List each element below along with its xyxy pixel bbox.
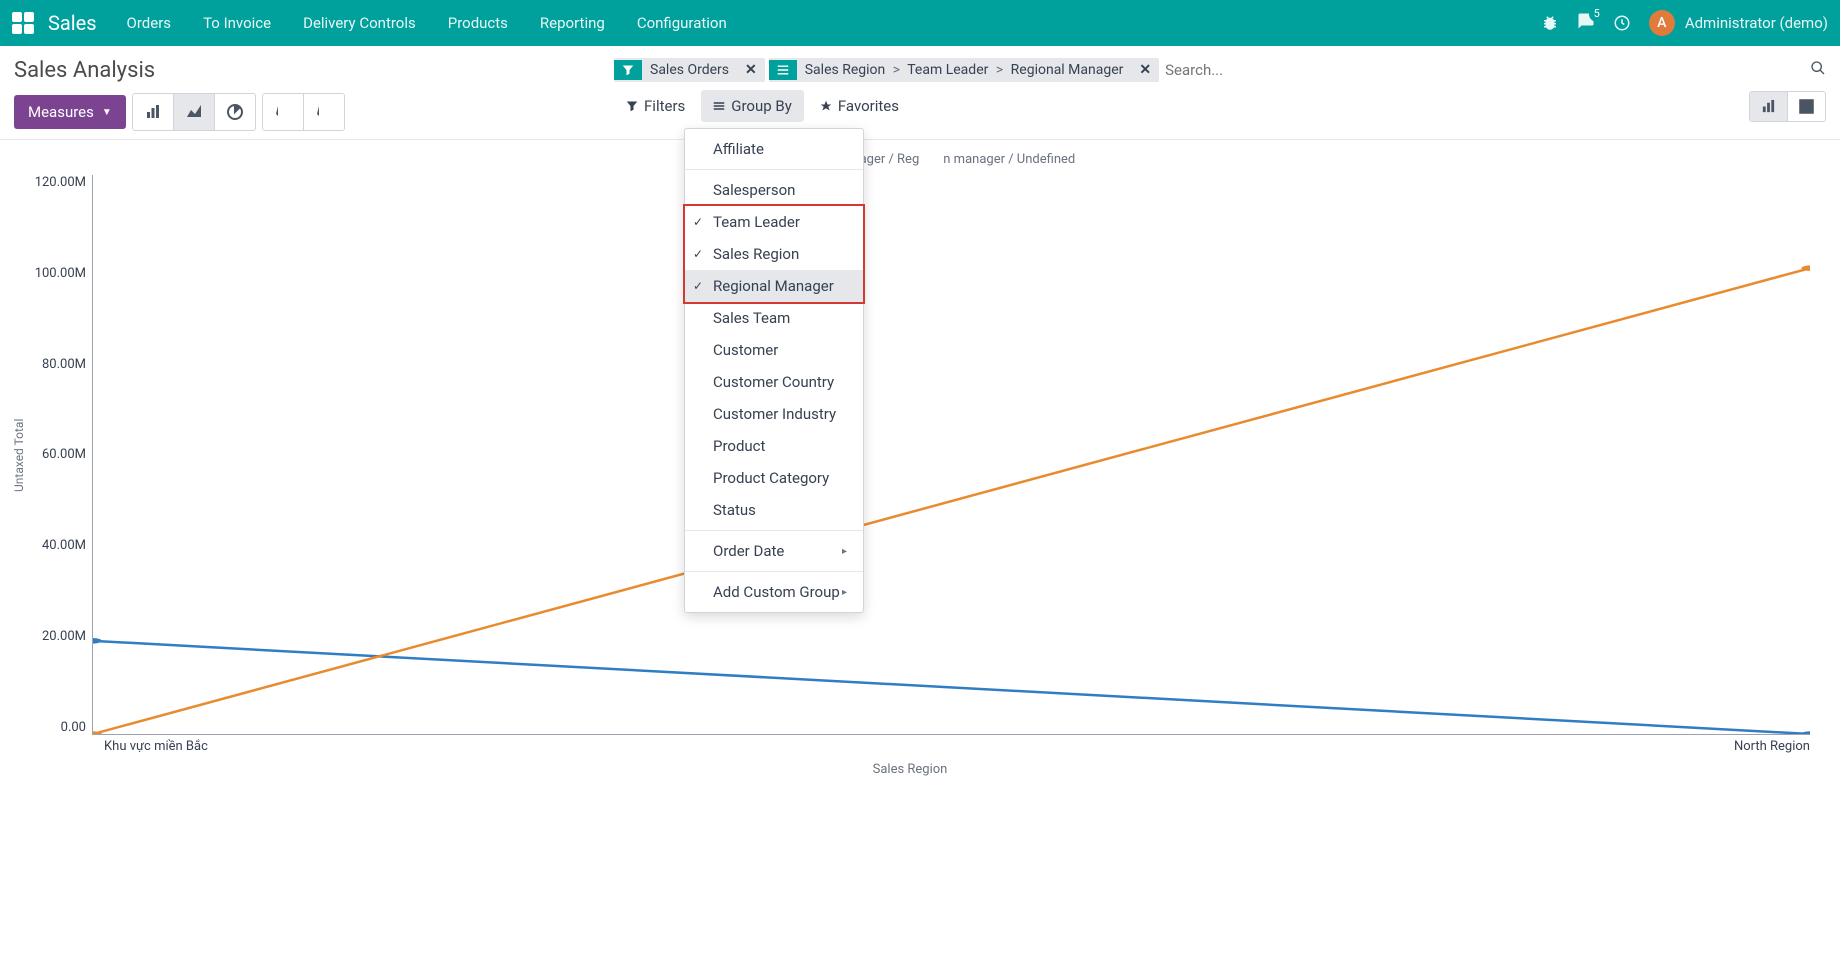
dropdown-item-team-leader[interactable]: Team Leader [685,206,863,238]
dropdown-item-status[interactable]: Status [685,494,863,526]
user-name: Administrator (demo) [1685,14,1828,32]
line-chart-button[interactable] [174,94,215,130]
filter-facet: Sales Orders ✕ [614,58,765,82]
chart-legend: Region manager / Reg n manager / Undefin… [10,152,1810,167]
chart-area: Region manager / Reg n manager / Undefin… [0,140,1840,797]
pivot-view-button[interactable] [1788,92,1825,121]
dropdown-item-order-date[interactable]: Order Date▸ [685,535,863,567]
dropdown-item-product-category[interactable]: Product Category [685,462,863,494]
bar-chart-button[interactable] [133,94,174,130]
legend-label-1: n manager / Undefined [943,152,1075,167]
x-ticks: Khu vực miền Bắc North Region [10,735,1810,754]
bug-icon[interactable] [1541,14,1559,32]
x-tick-1: North Region [1734,739,1810,754]
y-ticks: 120.00M100.00M80.00M60.00M40.00M20.00M0.… [28,175,92,735]
app-brand[interactable]: Sales [48,11,97,35]
sort-asc-button[interactable] [304,94,344,130]
dropdown-item-customer-industry[interactable]: Customer Industry [685,398,863,430]
sort-desc-button[interactable] [263,94,304,130]
nav-right: 5 A Administrator (demo) [1541,10,1828,36]
nav-orders[interactable]: Orders [127,14,172,32]
measures-button[interactable]: Measures ▼ [14,95,126,129]
legend-item-1[interactable]: n manager / Undefined [943,152,1075,167]
nav-delivery-controls[interactable]: Delivery Controls [303,14,416,32]
groupby-dropdown: Affiliate SalespersonTeam LeaderSales Reg… [684,128,864,613]
chat-icon[interactable]: 5 [1577,12,1595,34]
list-icon [713,100,725,112]
dropdown-item-sales-region[interactable]: Sales Region [685,238,863,270]
chat-badge: 5 [1589,6,1605,22]
search-bar: Sales Orders ✕ Sales Region > Team Leade… [614,58,1826,82]
dropdown-item-regional-manager[interactable]: Regional Manager [685,270,863,302]
chart-plot[interactable] [92,175,1810,735]
funnel-icon [626,100,638,112]
toolbar: Measures ▼ [14,93,614,131]
filters-button[interactable]: Filters [614,90,697,122]
list-icon [769,60,797,80]
nav-to-invoice[interactable]: To Invoice [203,14,271,32]
top-nav: Sales Orders To Invoice Delivery Control… [0,0,1840,46]
filter-facet-text: Sales Orders [642,58,737,82]
dropdown-item-customer[interactable]: Customer [685,334,863,366]
graph-view-button[interactable] [1750,92,1788,121]
pie-chart-button[interactable] [215,94,255,130]
groupby-facet: Sales Region > Team Leader > Regional Ma… [769,58,1159,82]
user-menu[interactable]: A Administrator (demo) [1649,10,1828,36]
caret-down-icon: ▼ [102,107,112,118]
dropdown-item-sales-team[interactable]: Sales Team [685,302,863,334]
nav-links: Orders To Invoice Delivery Controls Prod… [127,14,1541,32]
groupby-facet-2: Regional Manager [1011,62,1124,78]
avatar: A [1649,10,1675,36]
x-tick-0: Khu vực miền Bắc [104,739,208,754]
favorites-button[interactable]: Favorites [808,90,911,122]
measures-label: Measures [28,103,94,121]
dropdown-item-product[interactable]: Product [685,430,863,462]
x-axis-label: Sales Region [10,762,1810,777]
clock-icon[interactable] [1613,14,1631,32]
control-panel: Sales Analysis Measures ▼ Sales Orders [0,46,1840,140]
groupby-facet-1: Team Leader [907,62,988,78]
dropdown-item-customer-country[interactable]: Customer Country [685,366,863,398]
apps-icon[interactable] [12,12,34,34]
search-icon[interactable] [1810,60,1826,80]
funnel-icon [614,60,642,80]
star-icon [820,100,832,112]
search-input[interactable] [1165,61,1804,79]
nav-reporting[interactable]: Reporting [540,14,605,32]
page-title: Sales Analysis [14,58,614,83]
filter-buttons: Filters Group By Favorites AffiliateSale… [614,90,911,122]
filter-facet-remove[interactable]: ✕ [737,58,765,82]
y-axis-label: Untaxed Total [10,175,28,735]
groupby-facet-remove[interactable]: ✕ [1131,58,1159,82]
dropdown-item-salesperson[interactable]: Salesperson [685,174,863,206]
nav-configuration[interactable]: Configuration [637,14,727,32]
dropdown-item-affiliate[interactable]: Affiliate [685,133,863,165]
groupby-button[interactable]: Group By [701,90,804,122]
groupby-facet-0: Sales Region [805,62,886,78]
nav-products[interactable]: Products [448,14,508,32]
dropdown-item-add-custom-group[interactable]: Add Custom Group▸ [685,576,863,608]
